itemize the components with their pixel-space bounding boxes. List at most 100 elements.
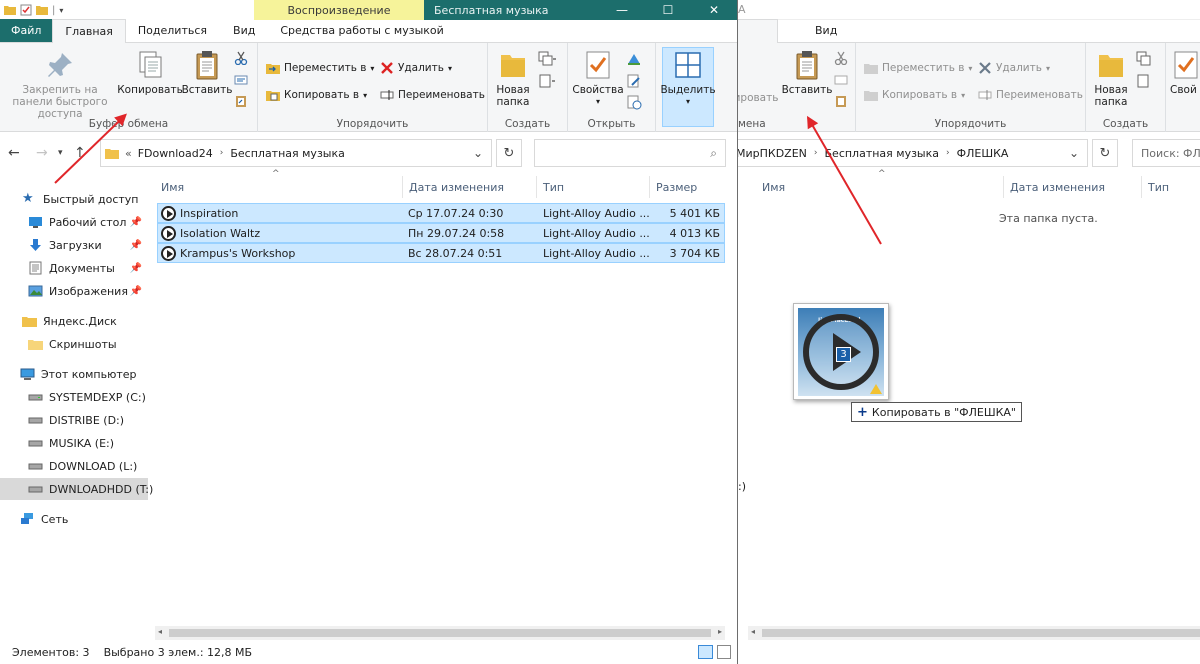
scrollbar-thumb[interactable] [169, 629, 711, 637]
new-item-icon[interactable] [1136, 51, 1154, 67]
easy-access-icon[interactable] [538, 73, 556, 89]
tab-share[interactable]: Поделиться [126, 19, 219, 42]
breadcrumb-item[interactable]: МирПКDZEN [738, 147, 807, 160]
pin-icon[interactable]: 📌 [130, 286, 142, 297]
properties-check-icon[interactable] [20, 4, 32, 16]
tab-home[interactable] [738, 19, 778, 43]
new-folder-button[interactable]: Новая папка [492, 49, 534, 108]
breadcrumb-item[interactable]: FDownload24 [138, 147, 213, 160]
copy-to-button[interactable]: Копировать в ▾ [266, 88, 367, 102]
easy-access-icon[interactable] [1136, 73, 1154, 89]
context-tab-playback[interactable]: Воспроизведение [254, 0, 424, 20]
tab-view[interactable]: Вид [803, 19, 849, 42]
new-folder-button[interactable]: Новая папка [1090, 49, 1132, 108]
maximize-icon[interactable]: ☐ [645, 0, 691, 20]
tab-home[interactable]: Главная [52, 19, 126, 43]
rename-button[interactable]: Переименовать [380, 88, 485, 102]
address-bar[interactable]: МирПКDZEN › Бесплатная музыка › ФЛЕШКА ⌄ [738, 139, 1088, 167]
table-row[interactable]: Krampus's Workshop Вс 28.07.24 0:51 Ligh… [157, 243, 725, 263]
nav-network[interactable]: Сеть [0, 508, 148, 530]
column-header-name[interactable]: Имя [155, 176, 403, 198]
new-folder-icon[interactable] [36, 4, 48, 16]
copy-to-button[interactable]: Копировать в ▾ [864, 88, 965, 102]
copy-path-icon[interactable] [834, 73, 848, 87]
horizontal-scrollbar[interactable]: ◂ ▸ [155, 626, 725, 640]
nav-screenshots[interactable]: Скриншоты [0, 333, 148, 355]
paste-shortcut-icon[interactable] [834, 94, 848, 108]
refresh-button[interactable]: ↻ [496, 139, 522, 167]
tab-view[interactable]: Вид [219, 19, 269, 42]
nav-yandex-disk[interactable]: Яндекс.Диск [0, 310, 148, 332]
new-item-icon[interactable] [538, 51, 556, 67]
column-header-type[interactable]: Тип [1142, 176, 1200, 198]
column-header-size[interactable]: Размер [650, 176, 725, 198]
column-header-date[interactable]: Дата изменения [403, 176, 537, 198]
edit-icon[interactable] [626, 73, 642, 89]
cut-icon[interactable] [834, 51, 848, 65]
back-arrow-icon[interactable]: ← [8, 145, 20, 161]
nav-drive-l[interactable]: DOWNLOAD (L:) [0, 455, 148, 477]
paste-button[interactable]: Вставить [182, 49, 232, 96]
column-header-type[interactable]: Тип [537, 176, 650, 198]
nav-quick-access[interactable]: ★ Быстрый доступ [0, 188, 148, 210]
open-icon[interactable] [626, 51, 642, 67]
minimize-icon[interactable]: — [599, 0, 645, 20]
refresh-button[interactable]: ↻ [1092, 139, 1118, 167]
horizontal-scrollbar[interactable]: ◂ [748, 626, 1200, 640]
breadcrumb-overflow[interactable]: « [125, 147, 132, 160]
vertical-scrollbar[interactable] [725, 173, 737, 626]
paste-shortcut-icon[interactable] [234, 94, 248, 108]
nav-downloads[interactable]: Загрузки 📌 [0, 234, 148, 256]
history-icon[interactable] [626, 94, 642, 110]
column-header-name[interactable]: Имя [756, 176, 1004, 198]
search-input[interactable]: Поиск: ФЛ [1132, 139, 1200, 167]
rename-button[interactable]: Переименовать [978, 88, 1083, 102]
delete-button[interactable]: Удалить ▾ [380, 61, 452, 75]
address-bar[interactable]: « FDownload24 › Бесплатная музыка ⌄ [100, 139, 492, 167]
scroll-right-icon[interactable]: ▸ [718, 627, 722, 636]
delete-button[interactable]: Удалить ▾ [978, 61, 1050, 75]
forward-arrow-icon[interactable]: → [36, 145, 48, 161]
tab-music-tools[interactable]: Средства работы с музыкой [269, 19, 454, 42]
move-to-button[interactable]: Переместить в ▾ [266, 61, 374, 75]
nav-desktop[interactable]: Рабочий стол 📌 [0, 211, 148, 233]
scroll-left-icon[interactable]: ◂ [751, 627, 755, 636]
address-dropdown-icon[interactable]: ⌄ [1069, 146, 1079, 160]
pin-icon[interactable]: 📌 [130, 263, 142, 274]
nav-this-pc[interactable]: Этот компьютер [0, 363, 148, 385]
recent-dropdown-icon[interactable]: ▾ [58, 148, 63, 158]
move-to-button[interactable]: Переместить в ▾ [864, 61, 972, 75]
scrollbar-thumb[interactable] [762, 629, 1200, 637]
folder-icon[interactable] [4, 4, 16, 16]
nav-drive-e[interactable]: MUSIKA (E:) [0, 432, 148, 454]
pin-icon[interactable]: 📌 [130, 240, 142, 251]
details-view-icon[interactable] [698, 645, 713, 659]
qat-dropdown-icon[interactable]: ▾ [59, 6, 63, 15]
address-dropdown-icon[interactable]: ⌄ [473, 146, 483, 160]
pin-quick-access-button[interactable]: Закрепить на панели быстрого доступа [2, 49, 118, 120]
breadcrumb-item[interactable]: Бесплатная музыка [825, 147, 940, 160]
properties-button[interactable]: Свойства ▾ [572, 49, 624, 108]
chevron-right-icon[interactable]: › [814, 148, 818, 158]
large-icons-view-icon[interactable] [717, 645, 731, 659]
tab-file[interactable]: Файл [0, 19, 53, 42]
column-header-date[interactable]: Дата изменения [1004, 176, 1142, 198]
table-row[interactable]: Inspiration Ср 17.07.24 0:30 Light-Alloy… [157, 203, 725, 223]
nav-drive-t[interactable]: DWNLOADHDD (T:) [0, 478, 153, 500]
copy-button[interactable]: ировать [738, 92, 778, 104]
properties-button[interactable]: Свой [1170, 49, 1200, 96]
nav-documents[interactable]: Документы 📌 [0, 257, 148, 279]
breadcrumb-item[interactable]: ФЛЕШКА [957, 147, 1009, 160]
scroll-left-icon[interactable]: ◂ [158, 627, 162, 636]
close-icon[interactable]: ✕ [691, 0, 737, 20]
copy-button[interactable]: Копировать [116, 49, 184, 96]
chevron-right-icon[interactable]: › [220, 148, 224, 158]
chevron-right-icon[interactable]: › [946, 148, 950, 158]
copy-path-icon[interactable] [234, 73, 248, 87]
nav-drive-d[interactable]: DISTRIBE (D:) [0, 409, 148, 431]
search-input[interactable]: ⌕ [534, 139, 726, 167]
table-row[interactable]: Isolation Waltz Пн 29.07.24 0:58 Light-A… [157, 223, 725, 243]
paste-button[interactable]: Вставить [782, 49, 832, 96]
nav-drive-c[interactable]: SYSTEMDEXP (C:) [0, 386, 148, 408]
nav-pictures[interactable]: Изображения 📌 [0, 280, 148, 302]
